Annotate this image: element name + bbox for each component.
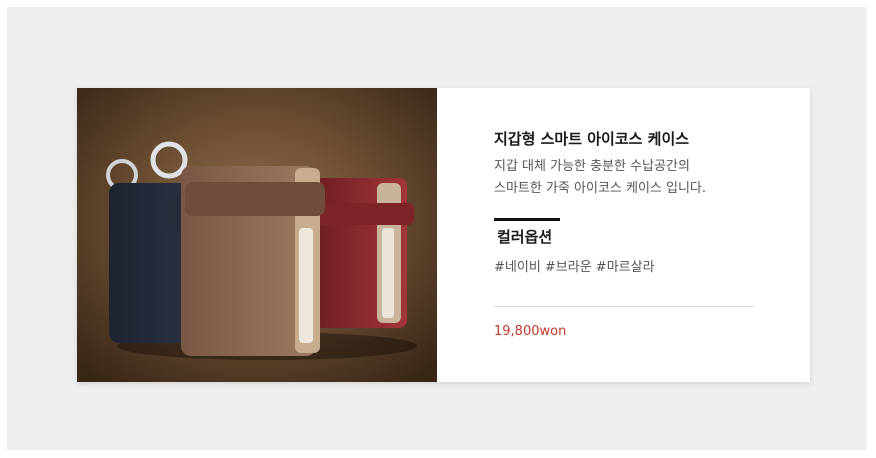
divider (494, 306, 754, 307)
marsala-case (315, 178, 414, 328)
product-info: 지갑형 스마트 아이코스 케이스 지갑 대체 가능한 충분한 수납공간의 스마트… (494, 88, 784, 382)
description-line-2: 스마트한 가죽 아이코스 케이스 입니다. (494, 181, 707, 196)
product-card[interactable]: 지갑형 스마트 아이코스 케이스 지갑 대체 가능한 충분한 수납공간의 스마트… (77, 88, 810, 382)
page-background: 지갑형 스마트 아이코스 케이스 지갑 대체 가능한 충분한 수납공간의 스마트… (7, 7, 867, 450)
color-options-title: 컬러옵션 (497, 228, 553, 246)
product-description: 지갑 대체 가능한 충분한 수납공간의 스마트한 가죽 아이코스 케이스 입니다… (494, 156, 706, 200)
options-title-bar (494, 218, 560, 221)
product-price: 19,800won (494, 324, 567, 339)
product-title: 지갑형 스마트 아이코스 케이스 (494, 130, 690, 148)
color-options-values: #네이비 #브라운 #마르살라 (494, 260, 655, 275)
leather-cases-illustration (77, 88, 437, 382)
description-line-1: 지갑 대체 가능한 충분한 수납공간의 (494, 159, 690, 174)
product-photo[interactable] (77, 88, 437, 382)
